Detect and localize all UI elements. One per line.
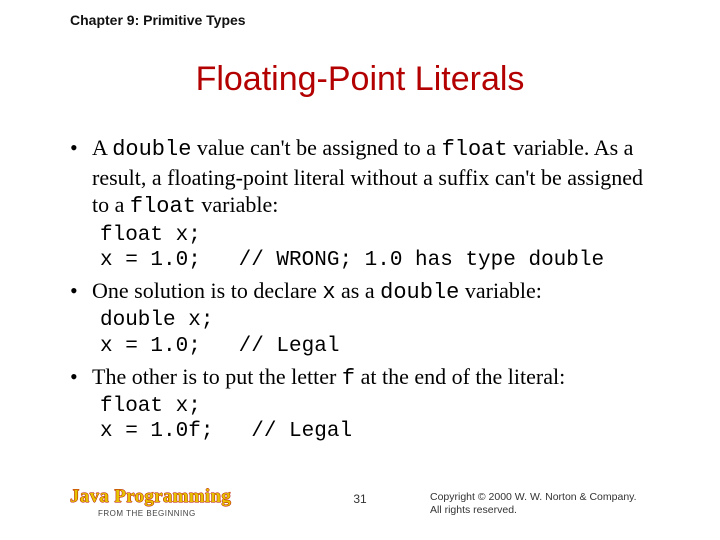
bullet-1: • A double value can't be assigned to a … bbox=[70, 134, 660, 221]
bullet-3: • The other is to put the letter f at th… bbox=[70, 363, 660, 393]
text: A bbox=[92, 135, 112, 160]
code-inline: x bbox=[322, 280, 335, 305]
slide: Chapter 9: Primitive Types Floating-Poin… bbox=[0, 0, 720, 540]
bullet-dot: • bbox=[70, 134, 92, 221]
code-inline: float bbox=[130, 194, 196, 219]
copyright: Copyright © 2000 W. W. Norton & Company.… bbox=[430, 491, 660, 518]
bullet-3-text: The other is to put the letter f at the … bbox=[92, 363, 660, 393]
bullet-2: • One solution is to declare x as a doub… bbox=[70, 277, 660, 307]
code-block-2: double x; x = 1.0; // Legal bbox=[100, 308, 660, 358]
copyright-line-1: Copyright © 2000 W. W. Norton & Company. bbox=[430, 491, 660, 505]
text: The other is to put the letter bbox=[92, 364, 342, 389]
bullet-dot: • bbox=[70, 277, 92, 307]
code-block-1: float x; x = 1.0; // WRONG; 1.0 has type… bbox=[100, 223, 660, 273]
content-area: • A double value can't be assigned to a … bbox=[70, 130, 660, 445]
brand-subtitle: FROM THE BEGINNING bbox=[98, 509, 231, 518]
text: value can't be assigned to a bbox=[191, 135, 441, 160]
code-inline: f bbox=[342, 366, 355, 391]
text: One solution is to declare bbox=[92, 278, 322, 303]
code-inline: float bbox=[442, 137, 508, 162]
chapter-label: Chapter 9: Primitive Types bbox=[70, 12, 246, 28]
page-title: Floating-Point Literals bbox=[0, 60, 720, 99]
text: variable: bbox=[459, 278, 541, 303]
code-block-3: float x; x = 1.0f; // Legal bbox=[100, 394, 660, 444]
bullet-1-text: A double value can't be assigned to a fl… bbox=[92, 134, 660, 221]
copyright-line-2: All rights reserved. bbox=[430, 504, 660, 518]
bullet-2-text: One solution is to declare x as a double… bbox=[92, 277, 660, 307]
text: as a bbox=[336, 278, 381, 303]
bullet-dot: • bbox=[70, 363, 92, 393]
text: at the end of the literal: bbox=[355, 364, 565, 389]
code-inline: double bbox=[380, 280, 459, 305]
code-inline: double bbox=[112, 137, 191, 162]
text: variable: bbox=[196, 192, 278, 217]
